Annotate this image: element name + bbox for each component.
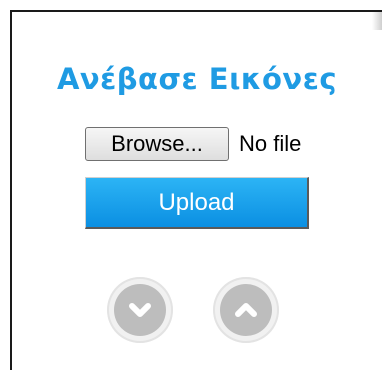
panel-shadow — [372, 12, 382, 30]
chevron-up-icon — [235, 303, 257, 317]
upload-title: Ανέβασε Εικόνες — [56, 62, 338, 96]
scroll-up-button[interactable] — [213, 277, 279, 343]
upload-button[interactable]: Upload — [85, 177, 309, 229]
scroll-down-button[interactable] — [107, 277, 173, 343]
scroll-up-circle — [220, 284, 272, 336]
upload-panel: Ανέβασε Εικόνες Browse... No file Upload — [10, 10, 382, 370]
file-status-text: No file — [239, 131, 302, 156]
scroll-down-circle — [114, 284, 166, 336]
file-input[interactable]: Browse... No file — [85, 127, 317, 163]
browse-button[interactable]: Browse... — [85, 127, 229, 161]
chevron-down-icon — [129, 303, 151, 317]
